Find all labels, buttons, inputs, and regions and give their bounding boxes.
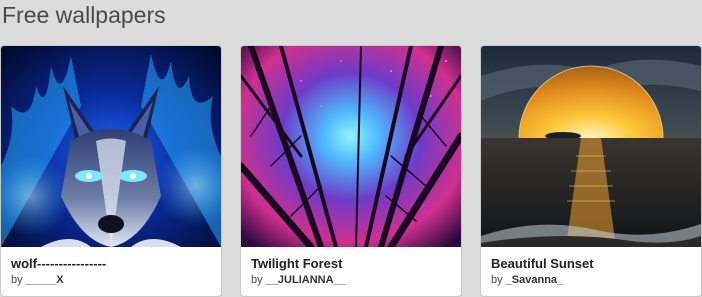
- by-label: by: [11, 274, 23, 286]
- section-title: Free wallpapers: [2, 2, 166, 28]
- card-author: by _Savanna_: [491, 274, 691, 286]
- wallpaper-thumbnail[interactable]: [241, 46, 461, 247]
- author-link[interactable]: __JULIANNA__: [266, 274, 346, 286]
- wallpaper-grid: wolf---------------- by _____X Twilight …: [0, 45, 702, 297]
- wallpaper-card-wolf[interactable]: wolf---------------- by _____X: [0, 45, 222, 297]
- by-label: by: [251, 274, 263, 286]
- wallpaper-thumbnail[interactable]: [481, 46, 701, 247]
- author-link[interactable]: _____X: [26, 274, 64, 286]
- card-title[interactable]: Beautiful Sunset: [491, 256, 691, 271]
- card-author: by __JULIANNA__: [251, 274, 451, 286]
- card-author: by _____X: [11, 274, 211, 286]
- wallpaper-thumbnail[interactable]: [1, 46, 221, 247]
- wallpaper-card-twilight-forest[interactable]: Twilight Forest by __JULIANNA__: [240, 45, 462, 297]
- card-title[interactable]: Twilight Forest: [251, 256, 451, 271]
- wallpaper-card-beautiful-sunset[interactable]: Beautiful Sunset by _Savanna_: [480, 45, 702, 297]
- by-label: by: [491, 274, 503, 286]
- author-link[interactable]: _Savanna_: [506, 274, 563, 286]
- card-title[interactable]: wolf----------------: [11, 256, 211, 271]
